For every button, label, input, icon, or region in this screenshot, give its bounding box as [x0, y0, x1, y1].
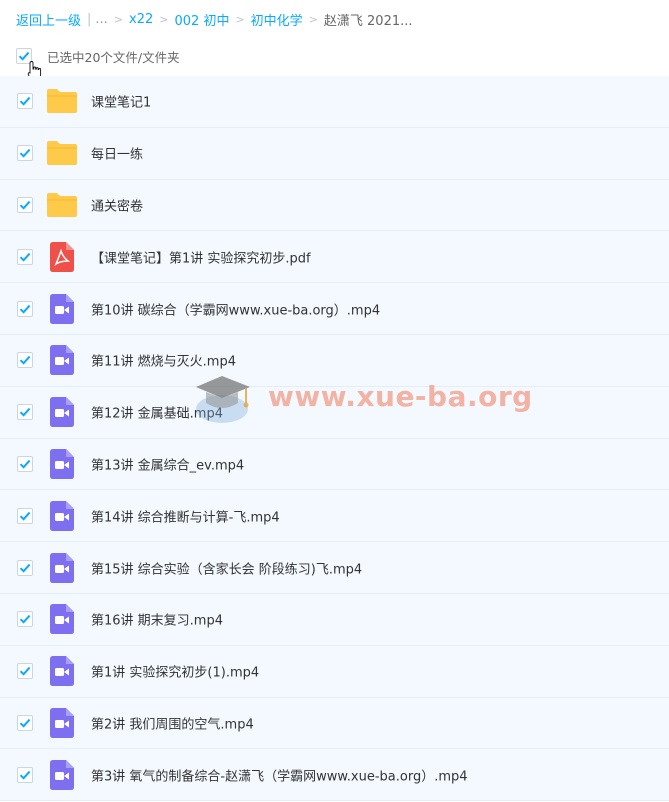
- row-checkbox[interactable]: [17, 559, 33, 576]
- video-file-icon: [46, 448, 78, 479]
- file-row[interactable]: 第11讲 燃烧与灭火.mp4: [0, 334, 669, 387]
- breadcrumb-current: 赵潇飞 2021...: [323, 13, 413, 29]
- row-checkbox[interactable]: [17, 507, 33, 524]
- pdf-icon: [46, 241, 78, 272]
- file-row[interactable]: 【课堂笔记】第1讲 实验探究初步.pdf: [0, 231, 669, 284]
- file-row[interactable]: 第15讲 综合实验（含家长会 阶段练习)飞.mp4: [0, 542, 669, 594]
- chevron-right-icon: >: [159, 12, 169, 26]
- row-checkbox[interactable]: [17, 663, 33, 680]
- breadcrumb: 返回上一级 | ... > x22 > 002 初中 > 初中化学 > 赵潇飞 …: [16, 10, 413, 29]
- folder-icon: [46, 138, 78, 168]
- row-checkbox[interactable]: [17, 766, 33, 783]
- folder-icon: [46, 86, 78, 116]
- file-name[interactable]: 第10讲 碳综合（学霸网www.xue-ba.org）.mp4: [91, 299, 380, 318]
- file-row[interactable]: 第13讲 金属综合_ev.mp4: [0, 438, 669, 491]
- file-name[interactable]: 第1讲 实验探究初步(1).mp4: [91, 662, 259, 681]
- chevron-right-icon: >: [308, 12, 318, 26]
- breadcrumb-item-chemistry[interactable]: 初中化学: [251, 10, 303, 29]
- row-checkbox[interactable]: [17, 714, 33, 731]
- breadcrumb-divider: |: [87, 11, 92, 27]
- row-checkbox[interactable]: [17, 93, 33, 110]
- folder-icon: [46, 190, 78, 220]
- file-name[interactable]: 第2讲 我们周围的空气.mp4: [91, 713, 254, 732]
- file-row[interactable]: 每日一练: [0, 127, 669, 180]
- file-name[interactable]: 每日一练: [91, 144, 143, 163]
- row-checkbox[interactable]: [17, 404, 33, 421]
- file-name[interactable]: 第11讲 燃烧与灭火.mp4: [91, 351, 236, 370]
- row-checkbox[interactable]: [17, 196, 33, 213]
- video-file-icon: [46, 604, 78, 635]
- file-name[interactable]: 课堂笔记1: [91, 92, 151, 111]
- file-row[interactable]: 第10讲 碳综合（学霸网www.xue-ba.org）.mp4: [0, 283, 669, 335]
- row-checkbox[interactable]: [17, 145, 33, 162]
- video-file-icon: [46, 552, 78, 583]
- breadcrumb-ellipsis[interactable]: ...: [95, 12, 107, 27]
- file-name[interactable]: 通关密卷: [91, 195, 143, 214]
- file-name[interactable]: 第3讲 氧气的制备综合-赵潇飞（学霸网www.xue-ba.org）.mp4: [91, 765, 468, 784]
- row-checkbox[interactable]: [17, 611, 33, 628]
- video-file-icon: [46, 293, 78, 324]
- video-file-icon: [46, 345, 78, 376]
- video-file-icon: [46, 397, 78, 428]
- row-checkbox[interactable]: [17, 352, 33, 369]
- file-row[interactable]: 第16讲 期末复习.mp4: [0, 593, 669, 646]
- file-list: 课堂笔记1 每日一练 通关密卷 【课堂笔记】第1讲 实验探究初步.pdf 第10…: [0, 76, 669, 802]
- file-row[interactable]: 第12讲 金属基础.mp4: [0, 386, 669, 439]
- file-row[interactable]: 第3讲 氧气的制备综合-赵潇飞（学霸网www.xue-ba.org）.mp4: [0, 749, 669, 802]
- row-checkbox[interactable]: [17, 248, 33, 265]
- breadcrumb-item-002[interactable]: 002 初中: [175, 10, 230, 29]
- breadcrumb-item-x22[interactable]: x22: [129, 12, 153, 27]
- file-name[interactable]: 第14讲 综合推断与计算-飞.mp4: [91, 506, 280, 525]
- file-name[interactable]: 【课堂笔记】第1讲 实验探究初步.pdf: [91, 247, 311, 266]
- video-file-icon: [46, 500, 78, 531]
- row-checkbox[interactable]: [17, 300, 33, 317]
- file-row[interactable]: 通关密卷: [0, 179, 669, 232]
- video-file-icon: [46, 707, 78, 738]
- video-file-icon: [46, 656, 78, 687]
- back-link[interactable]: 返回上一级: [16, 10, 81, 29]
- file-name[interactable]: 第13讲 金属综合_ev.mp4: [91, 454, 244, 473]
- video-file-icon: [46, 759, 78, 790]
- file-row[interactable]: 第2讲 我们周围的空气.mp4: [0, 697, 669, 750]
- chevron-right-icon: >: [235, 12, 245, 26]
- file-row[interactable]: 第1讲 实验探究初步(1).mp4: [0, 645, 669, 698]
- row-checkbox[interactable]: [17, 455, 33, 472]
- file-name[interactable]: 第16讲 期末复习.mp4: [91, 610, 223, 629]
- file-name[interactable]: 第15讲 综合实验（含家长会 阶段练习)飞.mp4: [91, 558, 362, 577]
- chevron-right-icon: >: [113, 12, 124, 26]
- file-row[interactable]: 第14讲 综合推断与计算-飞.mp4: [0, 490, 669, 543]
- selection-count: 已选中20个文件/文件夹: [47, 49, 180, 65]
- file-name[interactable]: 第12讲 金属基础.mp4: [91, 403, 223, 422]
- file-row[interactable]: 课堂笔记1: [0, 76, 669, 128]
